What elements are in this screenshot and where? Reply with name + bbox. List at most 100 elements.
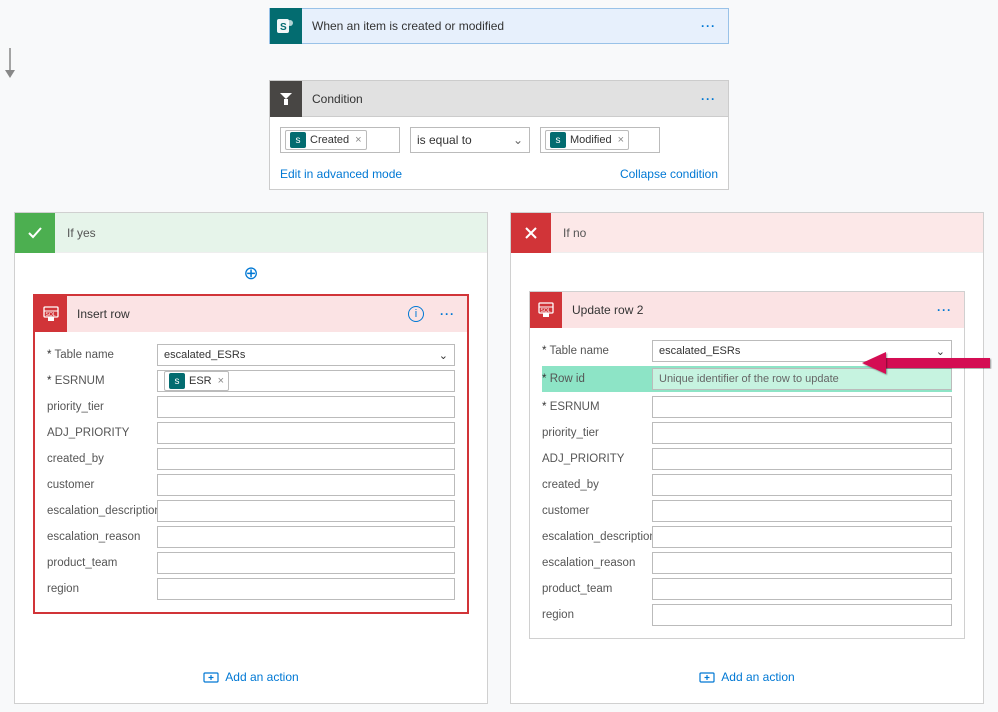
field-label: * Table name [47, 349, 157, 361]
customer-input[interactable] [157, 474, 455, 496]
field-row: region [542, 604, 952, 626]
connector-arrow [0, 48, 998, 78]
remove-token-icon[interactable]: × [355, 134, 361, 146]
escalation-reason-input[interactable] [652, 552, 952, 574]
condition-icon [270, 81, 302, 117]
field-row: customer [542, 500, 952, 522]
table-name-dropdown[interactable]: escalated_ESRs ⌄ [157, 344, 455, 366]
priority-tier-input[interactable] [157, 396, 455, 418]
field-label: * Table name [542, 345, 652, 357]
if-yes-branch: If yes ⊕ SQL Insert row i ··· * Table na… [14, 212, 488, 704]
operator-label: is equal to [417, 133, 472, 147]
trigger-card[interactable]: S When an item is created or modified ··… [269, 8, 729, 44]
condition-left-input[interactable]: s Created × [280, 127, 400, 153]
esrnum-input[interactable] [652, 396, 952, 418]
field-row: created_by [542, 474, 952, 496]
add-action-button[interactable]: Add an action [511, 651, 983, 703]
field-row: escalation_reason [47, 526, 455, 548]
condition-operator-dropdown[interactable]: is equal to ⌄ [410, 127, 530, 153]
condition-menu-button[interactable]: ··· [689, 92, 728, 106]
sharepoint-icon: S [270, 8, 302, 44]
trigger-menu-button[interactable]: ··· [689, 19, 728, 33]
field-row-esrnum: * ESRNUM s ESR × [47, 370, 455, 392]
info-icon[interactable]: i [408, 306, 424, 322]
if-yes-label: If yes [55, 226, 96, 240]
customer-input[interactable] [652, 500, 952, 522]
condition-right-input[interactable]: s Modified × [540, 127, 660, 153]
field-row: priority_tier [542, 422, 952, 444]
update-row-card: SQL Update row 2 ··· * Table name escala… [529, 291, 965, 639]
field-row: ADJ_PRIORITY [542, 448, 952, 470]
sql-icon: SQL [530, 292, 562, 328]
adj-priority-input[interactable] [157, 422, 455, 444]
insert-row-title: Insert row [67, 307, 408, 321]
token-modified[interactable]: s Modified × [545, 130, 629, 150]
chevron-down-icon: ⌄ [513, 133, 523, 147]
add-action-icon [203, 669, 219, 685]
token-esr[interactable]: s ESR × [164, 371, 229, 391]
region-input[interactable] [652, 604, 952, 626]
field-row: product_team [542, 578, 952, 600]
insert-row-body: * Table name escalated_ESRs ⌄ * ESRNUM s… [35, 332, 467, 612]
add-action-button[interactable]: Add an action [15, 651, 487, 703]
update-row-menu-button[interactable]: ··· [925, 303, 964, 317]
field-label: * ESRNUM [47, 375, 157, 387]
field-row-table-name: * Table name escalated_ESRs ⌄ [47, 344, 455, 366]
condition-body: s Created × is equal to ⌄ s Modified × [270, 117, 728, 163]
field-row-row-id: * Row id Unique identifier of the row to… [542, 366, 952, 392]
esrnum-input[interactable]: s ESR × [157, 370, 455, 392]
product-team-input[interactable] [652, 578, 952, 600]
table-name-dropdown[interactable]: escalated_ESRs ⌄ [652, 340, 952, 362]
trigger-title: When an item is created or modified [302, 19, 689, 33]
insert-row-header[interactable]: SQL Insert row i ··· [35, 296, 467, 332]
svg-text:SQL: SQL [541, 308, 551, 314]
token-label: Modified [570, 134, 612, 146]
condition-header[interactable]: Condition ··· [270, 81, 728, 117]
row-id-input[interactable]: Unique identifier of the row to update [652, 368, 952, 390]
if-no-branch: If no SQL Update row 2 ··· * Table name … [510, 212, 984, 704]
update-row-title: Update row 2 [562, 303, 925, 317]
insert-row-card: SQL Insert row i ··· * Table name escala… [33, 294, 469, 614]
condition-title: Condition [302, 92, 689, 106]
field-row: escalation_reason [542, 552, 952, 574]
field-row: region [47, 578, 455, 600]
edit-advanced-link[interactable]: Edit in advanced mode [280, 167, 402, 181]
remove-token-icon[interactable]: × [218, 375, 224, 387]
chevron-down-icon: ⌄ [439, 349, 448, 362]
region-input[interactable] [157, 578, 455, 600]
if-no-header: If no [511, 213, 983, 253]
field-label: * ESRNUM [542, 401, 652, 413]
field-row: priority_tier [47, 396, 455, 418]
escalation-description-input[interactable] [157, 500, 455, 522]
field-row-table-name: * Table name escalated_ESRs ⌄ [542, 340, 952, 362]
add-action-label: Add an action [225, 670, 298, 684]
remove-token-icon[interactable]: × [618, 134, 624, 146]
add-action-icon [699, 669, 715, 685]
created-by-input[interactable] [157, 448, 455, 470]
chevron-down-icon: ⌄ [936, 345, 945, 358]
condition-card: Condition ··· s Created × is equal to ⌄ … [269, 80, 729, 190]
created-by-input[interactable] [652, 474, 952, 496]
escalation-description-input[interactable] [652, 526, 952, 548]
token-label: ESR [189, 375, 212, 387]
add-action-label: Add an action [721, 670, 794, 684]
sharepoint-token-icon: s [550, 132, 566, 148]
adj-priority-input[interactable] [652, 448, 952, 470]
svg-text:SQL: SQL [46, 312, 56, 318]
field-row-esrnum: * ESRNUM [542, 396, 952, 418]
collapse-condition-link[interactable]: Collapse condition [620, 167, 718, 181]
sharepoint-token-icon: s [290, 132, 306, 148]
update-row-header[interactable]: SQL Update row 2 ··· [530, 292, 964, 328]
token-created[interactable]: s Created × [285, 130, 367, 150]
if-no-label: If no [551, 226, 586, 240]
check-icon [15, 213, 55, 253]
add-step-button[interactable]: ⊕ [15, 253, 487, 288]
field-row: customer [47, 474, 455, 496]
insert-row-menu-button[interactable]: ··· [428, 307, 467, 321]
priority-tier-input[interactable] [652, 422, 952, 444]
product-team-input[interactable] [157, 552, 455, 574]
escalation-reason-input[interactable] [157, 526, 455, 548]
field-row: escalation_description [542, 526, 952, 548]
branches-container: If yes ⊕ SQL Insert row i ··· * Table na… [14, 212, 984, 704]
field-row: ADJ_PRIORITY [47, 422, 455, 444]
